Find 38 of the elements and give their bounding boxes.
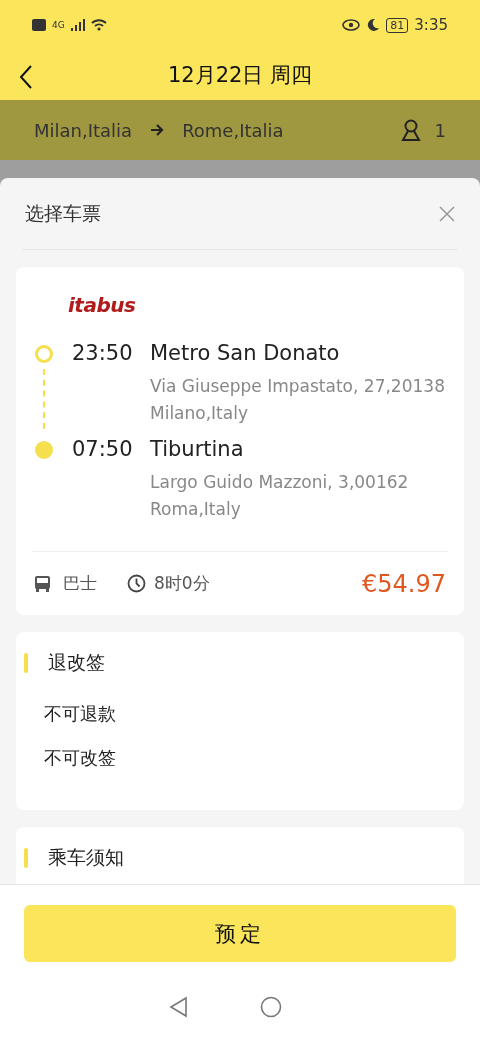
vehicle-type: 巴士: [63, 572, 97, 595]
arrow-icon: [150, 124, 165, 136]
rule-text: 不可退款: [44, 702, 117, 726]
network-label: 4G: [52, 20, 65, 30]
sheet-title: 选择车票: [25, 200, 101, 226]
stop-name: Tiburtina: [150, 437, 245, 461]
section-title: 退改签: [48, 650, 105, 675]
arrival-dot: [35, 441, 53, 459]
stop-address: Largo Guido Mazzoni, 3,00162 Roma,Italy: [150, 471, 410, 521]
header-title: 12月22日 周四: [167, 62, 313, 89]
departure-dot: [35, 345, 53, 363]
signal-icon: [70, 19, 85, 31]
section-marker: [24, 848, 28, 868]
eye-icon: [342, 19, 361, 31]
section-title: 乘车须知: [48, 845, 124, 870]
book-button[interactable]: 预定: [24, 905, 456, 962]
destination-city: Rome,Italia: [182, 119, 284, 141]
origin-city: Milan,Italia: [34, 119, 133, 141]
rule-text: 不可改签: [44, 746, 117, 770]
clock-time: 3:35: [414, 16, 448, 34]
ticket-price: €54.97: [362, 569, 446, 598]
stop-time: 23:50: [72, 341, 132, 365]
section-marker: [24, 653, 28, 673]
stop-time: 07:50: [72, 437, 132, 461]
close-button[interactable]: [439, 205, 455, 222]
passenger-count: 1: [434, 119, 446, 141]
home-nav-icon[interactable]: [260, 996, 282, 1018]
bus-icon: [34, 575, 51, 592]
wifi-icon: [90, 19, 107, 31]
trip-duration: 8时0分: [154, 572, 210, 595]
moon-icon: [366, 18, 381, 32]
battery-indicator: 81: [386, 17, 409, 33]
clock-icon: [127, 574, 146, 593]
stop-name: Metro San Donato: [150, 341, 341, 365]
back-nav-icon[interactable]: [168, 996, 188, 1018]
operator-logo: itabus: [68, 293, 136, 317]
stop-address: Via Giuseppe Impastato, 27,20138 Milano,Italy: [150, 375, 446, 425]
person-icon: [400, 119, 421, 141]
